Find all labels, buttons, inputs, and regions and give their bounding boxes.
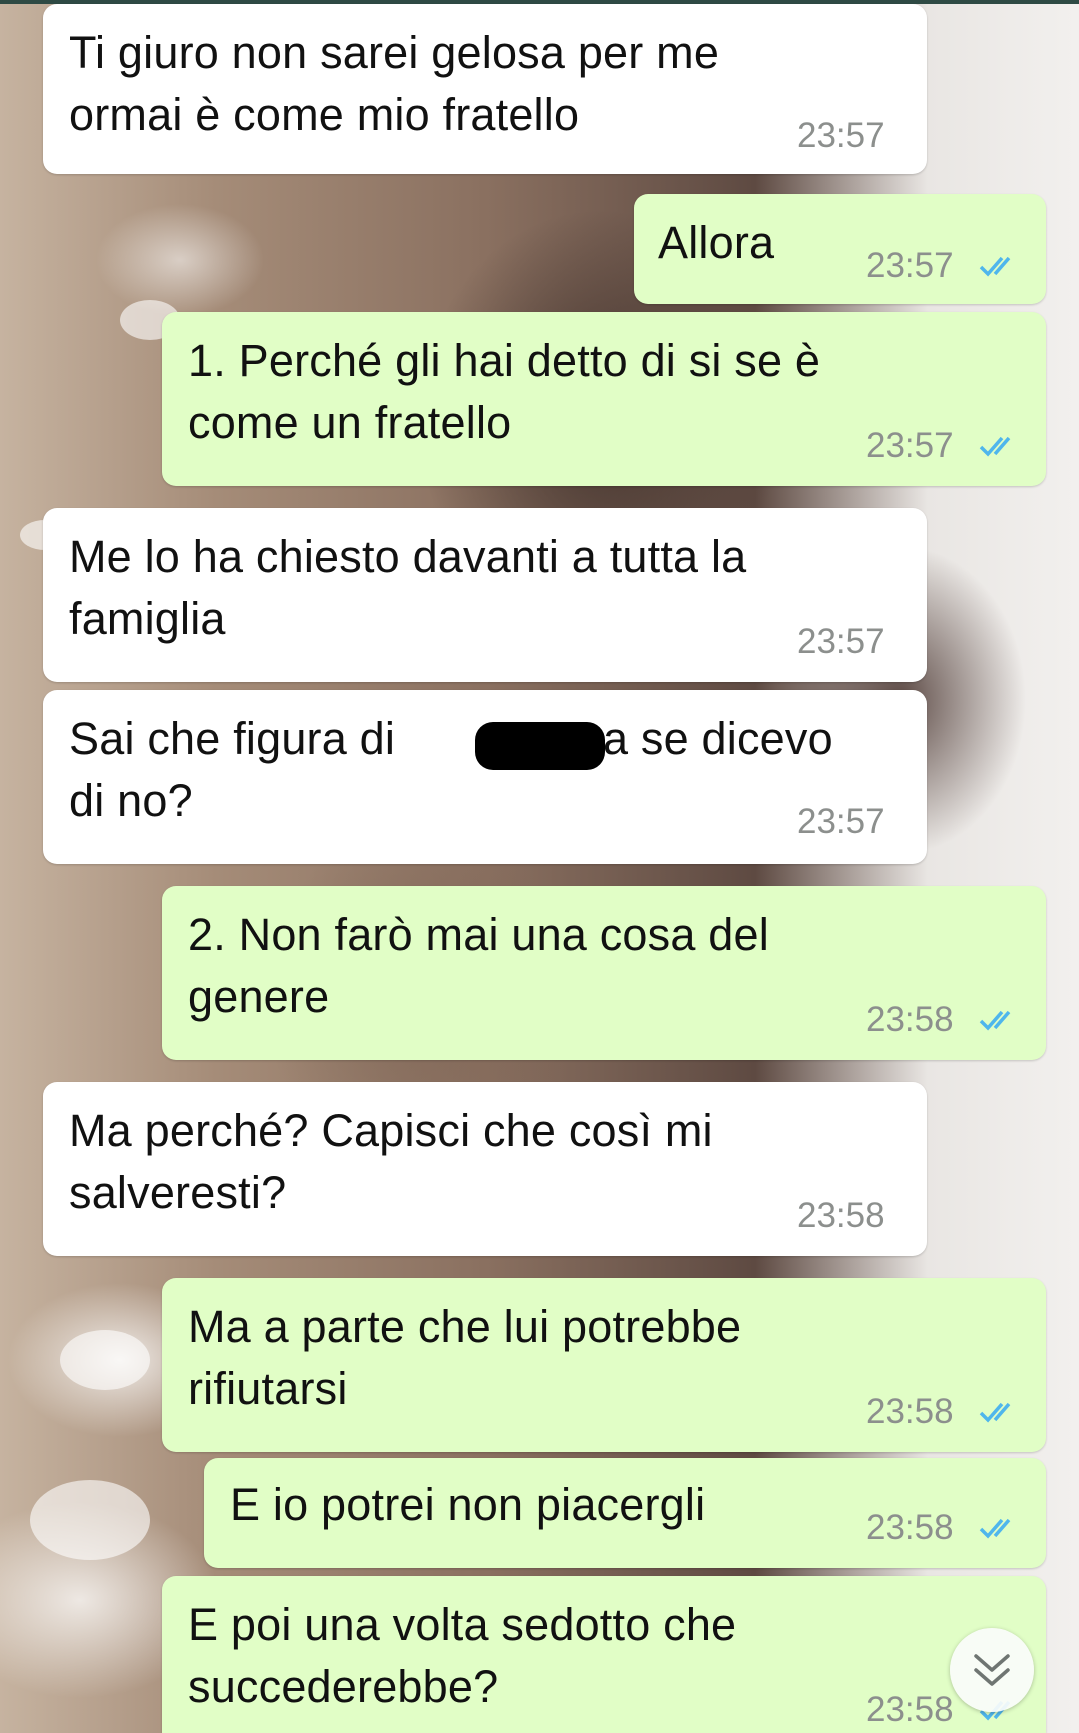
message-bubble-outgoing[interactable]: 2. Non farò mai una cosa del genere 23:5…	[162, 886, 1046, 1060]
message-timestamp: 23:57	[797, 622, 885, 661]
message-timestamp: 23:58	[866, 1508, 954, 1547]
message-bubble-outgoing[interactable]: Ma a parte che lui potrebbe rifiutarsi 2…	[162, 1278, 1046, 1452]
message-text: di no?	[69, 775, 193, 826]
message-timestamp: 23:58	[866, 1690, 954, 1729]
message-timestamp: 23:57	[797, 802, 885, 841]
message-bubble-outgoing[interactable]: E poi una volta sedotto che succederebbe…	[162, 1576, 1046, 1733]
message-timestamp: 23:58	[866, 1392, 954, 1431]
message-timestamp: 23:57	[797, 116, 885, 155]
message-text: come un fratello	[188, 397, 512, 448]
message-bubble-outgoing[interactable]: Allora 23:57	[634, 194, 1046, 304]
message-bubble-incoming[interactable]: Me lo ha chiesto davanti a tutta la fami…	[43, 508, 927, 682]
double-check-read-icon	[979, 436, 1011, 457]
message-text: E io potrei non piacergli	[230, 1479, 706, 1530]
message-timestamp: 23:57	[866, 426, 954, 465]
message-bubble-incoming[interactable]: Ma perché? Capisci che così mi salverest…	[43, 1082, 927, 1256]
message-text: 1. Perché gli hai detto di si se è	[188, 335, 821, 386]
message-text: E poi una volta sedotto che	[188, 1599, 737, 1650]
double-check-read-icon	[979, 1402, 1011, 1423]
message-timestamp: 23:58	[797, 1196, 885, 1235]
message-text: 2. Non farò mai una cosa del	[188, 909, 769, 960]
double-chevron-down-icon	[974, 1654, 1010, 1686]
message-text: succederebbe?	[188, 1661, 499, 1712]
message-text: Allora	[658, 217, 775, 268]
message-bubble-incoming[interactable]: Ti giuro non sarei gelosa per me ormai è…	[43, 4, 927, 174]
message-text: ormai è come mio fratello	[69, 89, 580, 140]
message-text: Ma perché? Capisci che così mi	[69, 1105, 713, 1156]
double-check-read-icon	[979, 1518, 1011, 1539]
double-check-read-icon	[979, 256, 1011, 277]
scroll-to-bottom-button[interactable]	[950, 1628, 1034, 1712]
message-bubble-outgoing[interactable]: E io potrei non piacergli 23:58	[204, 1458, 1046, 1568]
message-text: Ti giuro non sarei gelosa per me	[69, 27, 720, 78]
message-text: rifiutarsi	[188, 1363, 348, 1414]
message-text: Sai che figura di	[69, 713, 408, 764]
message-bubble-outgoing[interactable]: 1. Perché gli hai detto di si se è come …	[162, 312, 1046, 486]
double-check-read-icon	[979, 1010, 1011, 1031]
message-text: Ma a parte che lui potrebbe	[188, 1301, 742, 1352]
message-text: a se dicevo	[603, 713, 833, 764]
redaction-block	[475, 722, 605, 770]
message-text: genere	[188, 971, 330, 1022]
message-text: famiglia	[69, 593, 226, 644]
message-text: salveresti?	[69, 1167, 287, 1218]
message-text: Me lo ha chiesto davanti a tutta la	[69, 531, 747, 582]
message-timestamp: 23:58	[866, 1000, 954, 1039]
message-timestamp: 23:57	[866, 246, 954, 285]
message-bubble-incoming[interactable]: Sai che figura di a se dicevo di no? 23:…	[43, 690, 927, 864]
